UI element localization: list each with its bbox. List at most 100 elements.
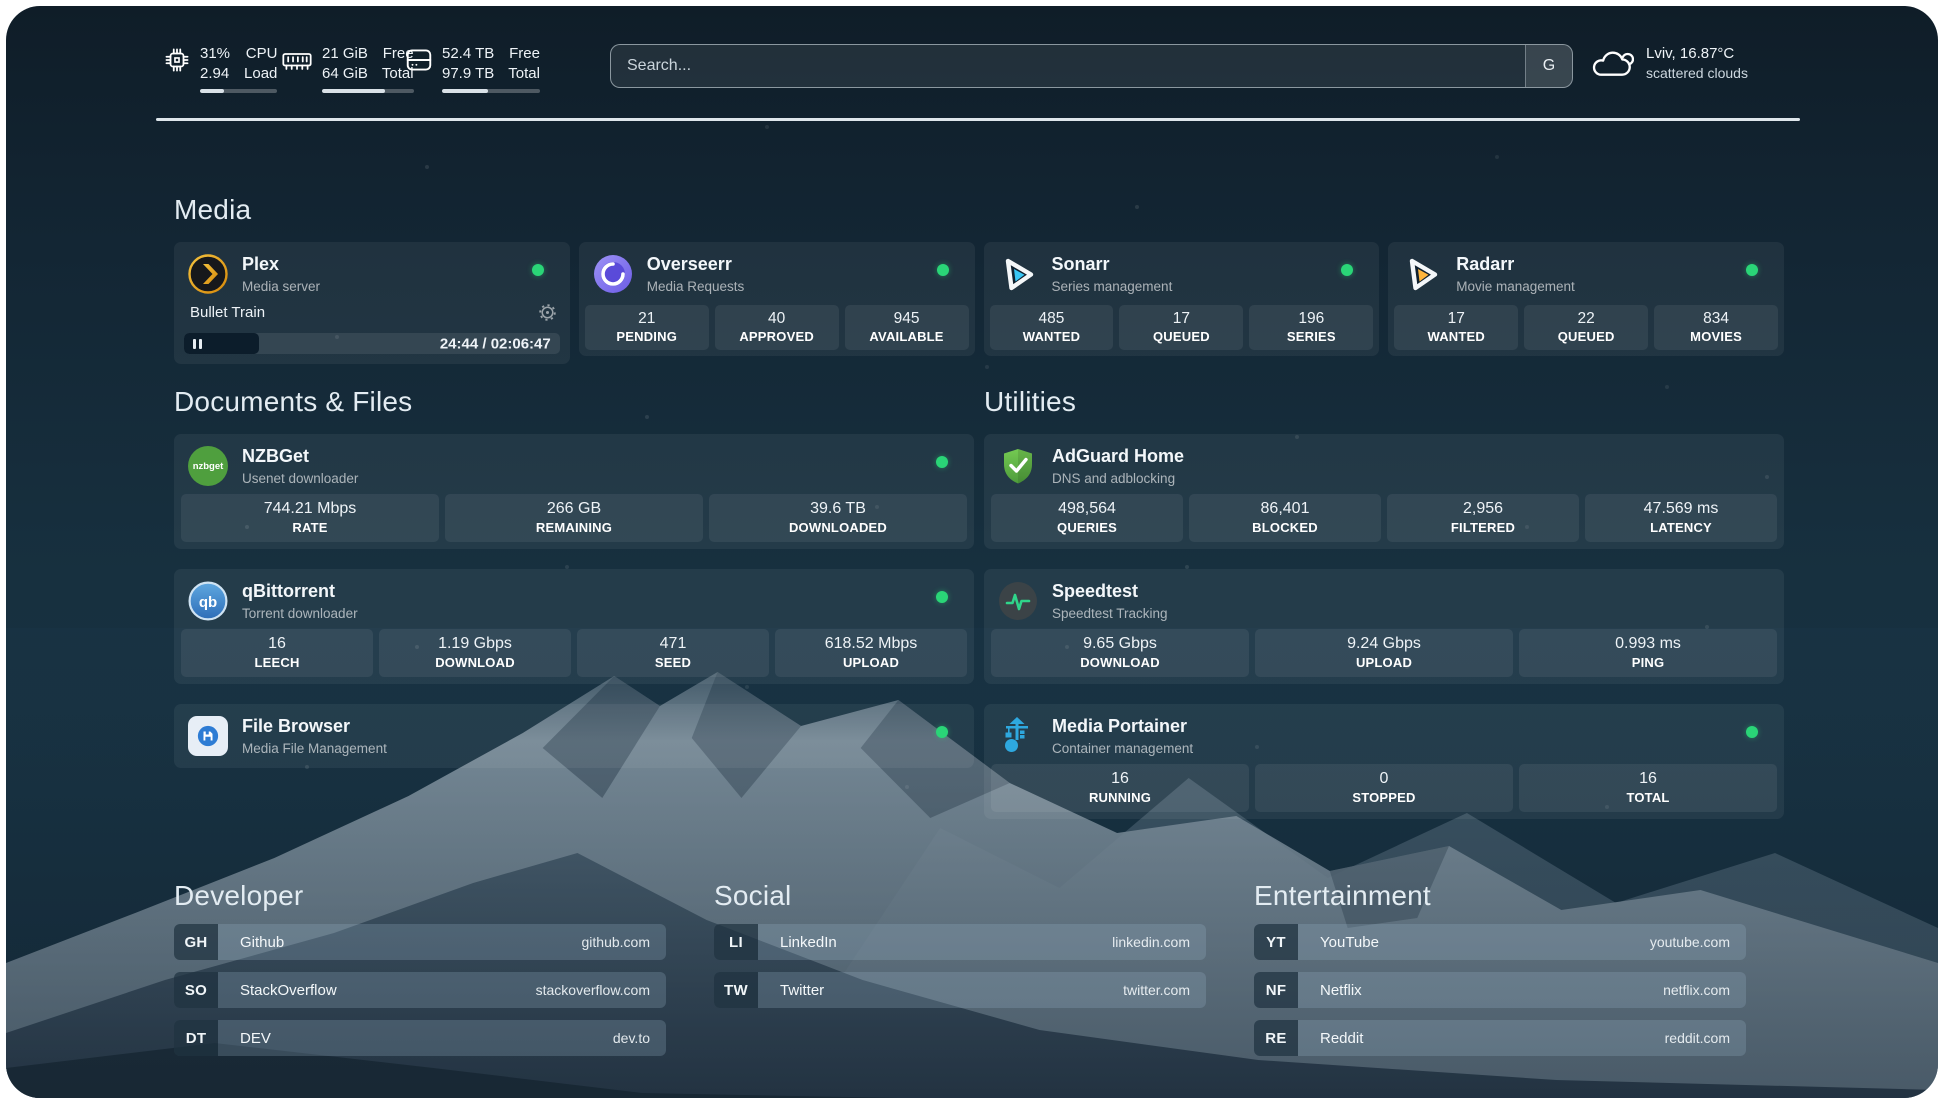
bookmark-dev[interactable]: DT DEV dev.to (174, 1020, 666, 1056)
card-subtitle: Media File Management (242, 741, 387, 756)
pause-icon (193, 339, 196, 349)
section-heading-entertainment: Entertainment (1254, 880, 1431, 912)
stat-value: 618.52 Mbps (775, 634, 967, 654)
card-subtitle: Movie management (1456, 279, 1575, 294)
stat-box: 266 GB REMAINING (445, 494, 703, 542)
stat-box: 86,401 BLOCKED (1189, 494, 1381, 542)
service-card-speedtest[interactable]: Speedtest Speedtest Tracking 9.65 Gbps D… (984, 569, 1784, 684)
service-card-qbittorrent[interactable]: qb qBittorrent Torrent downloader 16 LEE… (174, 569, 974, 684)
bookmark-abbr: SO (174, 972, 218, 1008)
stat-box: 1.19 Gbps DOWNLOAD (379, 629, 571, 677)
bookmark-name: YouTube (1320, 934, 1379, 951)
disk-icon (406, 48, 432, 72)
dashboard-root: 31% 2.94 CPU Load (6, 6, 1938, 1098)
section-heading-utilities: Utilities (984, 386, 1076, 418)
cpu-label: CPU (244, 44, 277, 64)
stat-value: 16 (1519, 769, 1777, 789)
service-card-overseerr[interactable]: Overseerr Media Requests 21 PENDING 40 A… (579, 242, 975, 356)
stat-box: 40 APPROVED (715, 305, 839, 350)
memory-widget: 21 GiB 64 GiB Free Total (282, 44, 414, 93)
bookmark-netflix[interactable]: NF Netflix netflix.com (1254, 972, 1746, 1008)
card-title: Sonarr (1052, 254, 1173, 276)
stat-value: 86,401 (1189, 499, 1381, 519)
service-card-sonarr[interactable]: Sonarr Series management 485 WANTED 17 Q… (984, 242, 1380, 356)
stat-value: 39.6 TB (709, 499, 967, 519)
service-card-portainer[interactable]: Media Portainer Container management 16 … (984, 704, 1784, 819)
stat-box: 17 QUEUED (1119, 305, 1243, 350)
status-dot-online (1341, 264, 1353, 276)
adguard-icon (998, 446, 1038, 486)
stat-value: 945 (845, 309, 969, 328)
stat-label: AVAILABLE (845, 329, 969, 344)
stat-label: DOWNLOAD (379, 655, 571, 670)
bookmark-domain: netflix.com (1663, 982, 1730, 998)
stat-value: 16 (991, 769, 1249, 789)
radarr-icon (1402, 254, 1442, 294)
stat-box: 945 AVAILABLE (845, 305, 969, 350)
stat-box: 498,564 QUERIES (991, 494, 1183, 542)
bookmark-name: StackOverflow (240, 982, 337, 999)
disk-free-value: 52.4 TB (442, 44, 494, 64)
stat-value: 17 (1119, 309, 1243, 328)
card-subtitle: Media server (242, 279, 320, 294)
stat-label: QUERIES (991, 520, 1183, 535)
bookmark-domain: reddit.com (1665, 1030, 1730, 1046)
bookmark-domain: dev.to (613, 1030, 650, 1046)
filebrowser-icon (188, 716, 228, 756)
playback-time: 24:44 / 02:06:47 (440, 335, 551, 352)
bookmark-github[interactable]: GH Github github.com (174, 924, 666, 960)
now-playing-title: Bullet Train (190, 304, 265, 321)
stat-value: 16 (181, 634, 373, 654)
service-card-radarr[interactable]: Radarr Movie management 17 WANTED 22 QUE… (1388, 242, 1784, 356)
stat-value: 22 (1524, 309, 1648, 328)
cloud-icon (1590, 45, 1634, 81)
bookmark-twitter[interactable]: TW Twitter twitter.com (714, 972, 1206, 1008)
stat-box: 39.6 TB DOWNLOADED (709, 494, 967, 542)
card-title: Radarr (1456, 254, 1575, 276)
card-subtitle: Torrent downloader (242, 606, 358, 621)
service-card-plex[interactable]: Plex Media server Bullet Train (174, 242, 570, 364)
stat-box: 16 LEECH (181, 629, 373, 677)
bookmark-domain: youtube.com (1650, 934, 1730, 950)
stat-label: APPROVED (715, 329, 839, 344)
search-provider-button[interactable]: G (1525, 45, 1572, 87)
stat-value: 47.569 ms (1585, 499, 1777, 519)
bookmark-abbr: NF (1254, 972, 1298, 1008)
memory-progress-fill (322, 89, 385, 93)
status-dot-online (1746, 264, 1758, 276)
bookmark-stackoverflow[interactable]: SO StackOverflow stackoverflow.com (174, 972, 666, 1008)
bookmark-abbr: RE (1254, 1020, 1298, 1056)
bookmark-abbr: LI (714, 924, 758, 960)
memory-progress-track (322, 89, 414, 93)
bookmark-name: Netflix (1320, 982, 1362, 999)
card-subtitle: Speedtest Tracking (1052, 606, 1168, 621)
bookmark-linkedin[interactable]: LI LinkedIn linkedin.com (714, 924, 1206, 960)
plex-icon (188, 254, 228, 294)
stat-box: 196 SERIES (1249, 305, 1373, 350)
card-title: AdGuard Home (1052, 446, 1184, 468)
stat-value: 9.24 Gbps (1255, 634, 1513, 654)
bookmark-reddit[interactable]: RE Reddit reddit.com (1254, 1020, 1746, 1056)
search-input[interactable] (611, 45, 1525, 87)
bookmark-youtube[interactable]: YT YouTube youtube.com (1254, 924, 1746, 960)
bookmark-name: LinkedIn (780, 934, 837, 951)
bookmark-domain: linkedin.com (1112, 934, 1190, 950)
playback-progress-track[interactable]: 24:44 / 02:06:47 (184, 333, 560, 354)
stat-label: MOVIES (1654, 329, 1778, 344)
service-card-nzbget[interactable]: nzbget NZBGet Usenet downloader 744.21 M… (174, 434, 974, 549)
stat-label: DOWNLOADED (709, 520, 967, 535)
qbittorrent-icon: qb (188, 581, 228, 621)
stat-box: 47.569 ms LATENCY (1585, 494, 1777, 542)
status-dot-online (936, 456, 948, 468)
bookmark-abbr: TW (714, 972, 758, 1008)
service-card-filebrowser[interactable]: File Browser Media File Management (174, 704, 974, 768)
service-card-adguard[interactable]: AdGuard Home DNS and adblocking 498,564 … (984, 434, 1784, 549)
gear-icon[interactable] (539, 304, 556, 321)
stat-box: 16 TOTAL (1519, 764, 1777, 812)
header-divider (156, 118, 1800, 121)
section-heading-documents: Documents & Files (174, 386, 412, 418)
bookmark-abbr: YT (1254, 924, 1298, 960)
card-title: Speedtest (1052, 581, 1168, 603)
stat-value: 498,564 (991, 499, 1183, 519)
overseerr-icon (593, 254, 633, 294)
